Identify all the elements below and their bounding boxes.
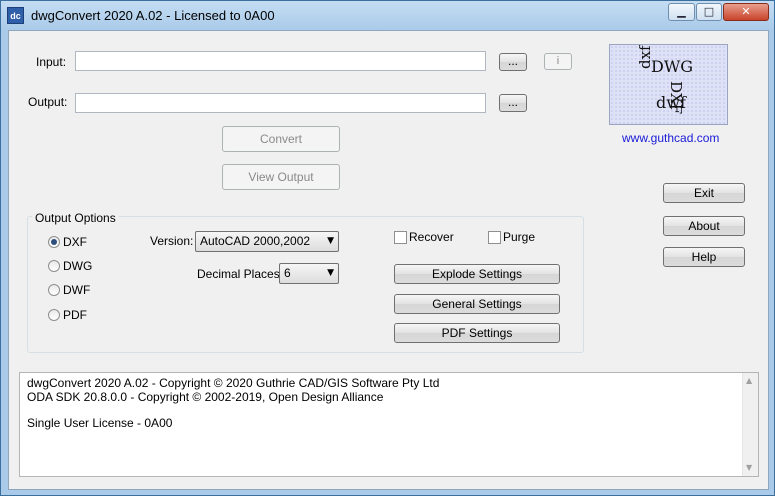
client-area: Input: ... i Output: ... Convert View Ou… (8, 30, 769, 490)
help-button[interactable]: Help (663, 247, 745, 267)
title-bar[interactable]: dc dwgConvert 2020 A.02 - Licensed to 0A… (1, 1, 774, 29)
radio-dwg[interactable] (48, 260, 60, 272)
convert-button[interactable]: Convert (222, 126, 340, 152)
version-select[interactable]: AutoCAD 2000,2002 ▼ (195, 231, 339, 252)
website-link[interactable]: www.guthcad.com (622, 131, 719, 145)
purge-checkbox[interactable] (488, 231, 501, 244)
output-field[interactable] (75, 93, 486, 113)
input-label: Input: (36, 55, 67, 69)
input-field[interactable] (75, 51, 486, 71)
radio-pdf-label: PDF (63, 308, 87, 322)
scroll-down-icon[interactable]: ▼ (746, 463, 752, 472)
log-line: ODA SDK 20.8.0.0 - Copyright © 2002-2019… (27, 390, 384, 404)
output-label: Output: (28, 95, 68, 109)
minimize-button[interactable]: ▁ (668, 3, 695, 21)
recover-label: Recover (409, 230, 454, 244)
scroll-up-icon[interactable]: ▲ (746, 376, 752, 385)
maximize-button[interactable]: □ (696, 3, 722, 21)
view-output-button[interactable]: View Output (222, 164, 340, 190)
radio-pdf[interactable] (48, 309, 60, 321)
logo-dwf-text: dwf (656, 93, 686, 112)
about-button[interactable]: About (663, 216, 745, 236)
app-window: dc dwgConvert 2020 A.02 - Licensed to 0A… (0, 0, 775, 496)
purge-label: Purge (503, 230, 536, 244)
radio-dxf-label: DXF (63, 235, 87, 249)
log-line: Single User License - 0A00 (27, 416, 173, 430)
decimal-places-value: 6 (284, 266, 291, 280)
explode-settings-button[interactable]: Explode Settings (394, 264, 560, 284)
output-options-title: Output Options (32, 211, 119, 225)
close-button[interactable]: ✕ (723, 3, 769, 21)
chevron-down-icon: ▼ (327, 236, 334, 246)
app-icon: dc (7, 7, 24, 24)
log-line: dwgConvert 2020 A.02 - Copyright © 2020 … (27, 376, 440, 390)
radio-dwf-label: DWF (63, 283, 91, 297)
logo-dxf-rotated-text: dxf (636, 45, 654, 69)
input-browse-button[interactable]: ... (499, 53, 527, 71)
window-title: dwgConvert 2020 A.02 - Licensed to 0A00 (31, 8, 275, 23)
version-label: Version: (150, 234, 194, 248)
general-settings-button[interactable]: General Settings (394, 294, 560, 314)
radio-dwf[interactable] (48, 284, 60, 296)
info-button[interactable]: i (544, 53, 572, 70)
recover-checkbox[interactable] (394, 231, 407, 244)
chevron-down-icon: ▼ (327, 268, 334, 278)
radio-dwg-label: DWG (63, 259, 93, 273)
version-select-value: AutoCAD 2000,2002 (200, 234, 311, 248)
decimal-places-select[interactable]: 6 ▼ (279, 263, 339, 284)
pdf-settings-button[interactable]: PDF Settings (394, 323, 560, 343)
radio-dxf[interactable] (48, 236, 60, 248)
exit-button[interactable]: Exit (663, 183, 745, 203)
log-output[interactable]: dwgConvert 2020 A.02 - Copyright © 2020 … (19, 372, 759, 477)
logo-dwg-text: DWG (651, 57, 694, 76)
output-browse-button[interactable]: ... (499, 94, 527, 112)
decimal-places-label: Decimal Places: (197, 267, 284, 281)
guthcad-logo: DWG DXF dwf dxf (609, 44, 728, 125)
log-scrollbar[interactable]: ▲ ▼ (742, 373, 758, 476)
